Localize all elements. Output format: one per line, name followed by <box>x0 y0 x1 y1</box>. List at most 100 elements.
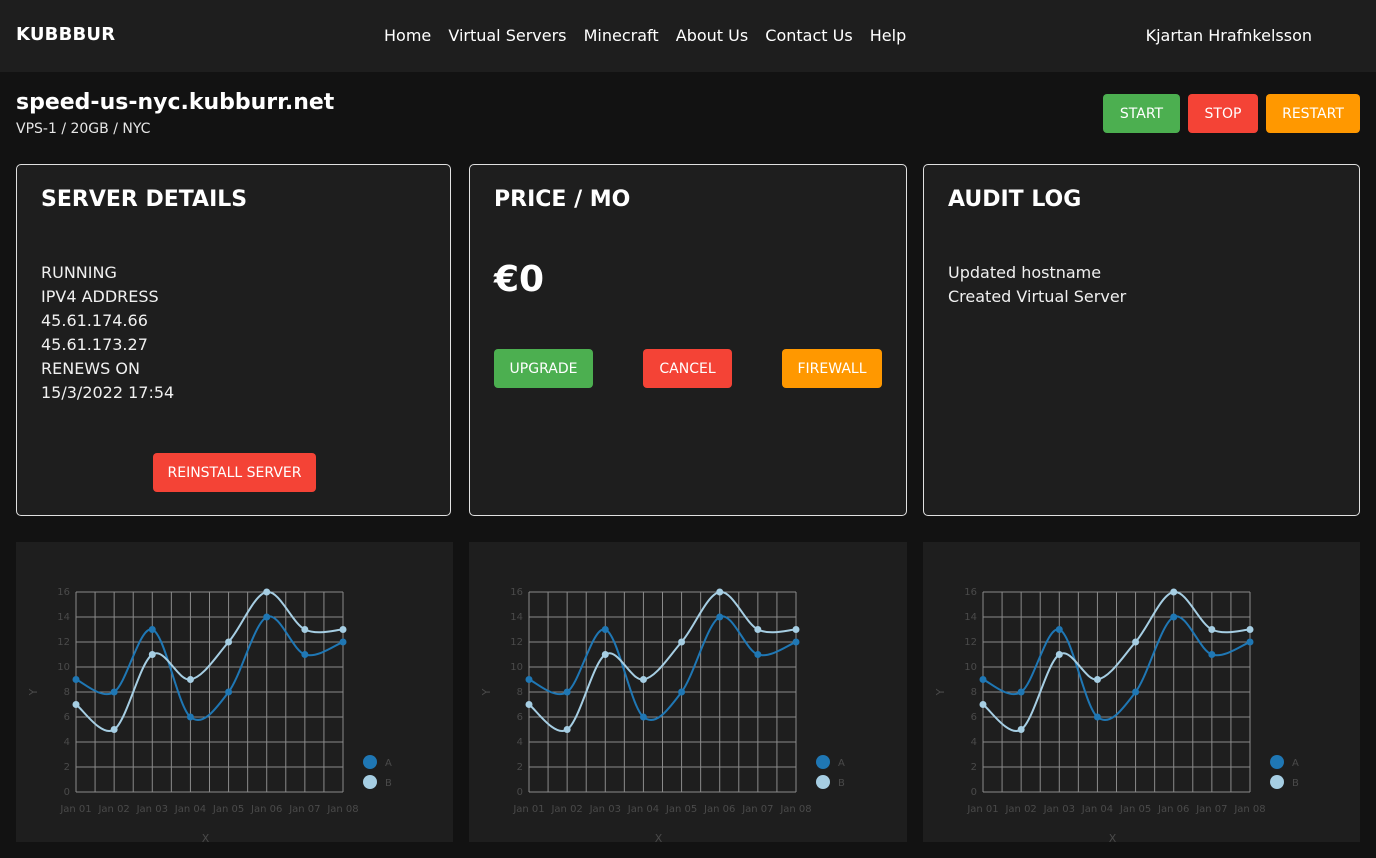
x-tick-label: Jan 04 <box>627 804 659 815</box>
data-point <box>601 626 609 633</box>
y-tick-label: 14 <box>964 612 977 623</box>
data-point <box>186 676 194 683</box>
data-point <box>525 676 533 683</box>
y-tick-label: 10 <box>57 662 70 673</box>
nav-link-about-us[interactable]: About Us <box>676 26 748 45</box>
price-value: €0 <box>494 259 545 300</box>
legend-label: B <box>838 778 845 789</box>
y-tick-label: 8 <box>517 687 523 698</box>
x-tick-label: Jan 02 <box>550 804 582 815</box>
y-tick-label: 14 <box>57 612 70 623</box>
y-tick-label: 0 <box>64 787 70 798</box>
x-tick-label: Jan 07 <box>741 804 773 815</box>
data-point <box>678 638 686 646</box>
data-point <box>1132 688 1140 696</box>
renews-label: RENEWS ON <box>41 359 140 378</box>
x-tick-label: Jan 08 <box>1233 804 1265 815</box>
y-tick-label: 12 <box>510 637 523 648</box>
data-point <box>186 713 194 721</box>
data-point <box>1208 651 1216 658</box>
audit-log-card: AUDIT LOG Updated hostname Created Virtu… <box>923 164 1360 516</box>
x-tick-label: Jan 08 <box>779 804 811 815</box>
line-chart: 0 2 4 6 8 10 12 14 16 Jan 01 Jan 02 Jan 03 Jan 04 Jan… <box>934 587 1299 842</box>
data-point <box>148 626 156 633</box>
top-navbar: KUBBBUR Home Virtual Servers Minecraft A… <box>0 0 1376 72</box>
x-tick-label: Jan 05 <box>1119 804 1151 815</box>
data-point <box>1132 638 1140 646</box>
data-point <box>339 638 347 646</box>
firewall-button[interactable]: FIREWALL <box>782 349 882 388</box>
x-tick-label: Jan 06 <box>703 804 735 815</box>
data-point <box>563 688 571 696</box>
data-point <box>1093 713 1101 721</box>
nav-link-contact-us[interactable]: Contact Us <box>765 26 852 45</box>
restart-button[interactable]: RESTART <box>1266 94 1360 133</box>
start-button[interactable]: START <box>1103 94 1180 133</box>
y-tick-label: 0 <box>517 787 523 798</box>
x-tick-label: Jan 05 <box>212 804 244 815</box>
y-tick-label: 2 <box>971 762 977 773</box>
x-tick-label: Jan 03 <box>1043 804 1075 815</box>
card-title: PRICE / MO <box>494 187 631 212</box>
brand-logo[interactable]: KUBBBUR <box>16 24 115 45</box>
x-tick-label: Jan 03 <box>589 804 621 815</box>
x-axis-label: X <box>202 832 210 842</box>
x-tick-label: Jan 07 <box>1195 804 1227 815</box>
data-point <box>979 676 987 683</box>
y-tick-label: 12 <box>57 637 70 648</box>
data-point <box>1055 651 1063 658</box>
nav-link-minecraft[interactable]: Minecraft <box>584 26 659 45</box>
line-chart: 0 2 4 6 8 10 12 14 16 Jan 01 Jan 02 Jan 03 Jan 04 Jan… <box>480 587 845 842</box>
y-tick-label: 2 <box>517 762 523 773</box>
data-point <box>979 701 987 708</box>
x-tick-label: Jan 02 <box>97 804 129 815</box>
server-hostname: speed-us-nyc.kubburr.net <box>16 90 335 115</box>
nav-links: Home Virtual Servers Minecraft About Us … <box>384 26 918 45</box>
y-axis-label: Y <box>934 688 947 696</box>
y-tick-label: 10 <box>964 662 977 673</box>
chart-panel: 0 2 4 6 8 10 12 14 16 Jan 01 Jan 02 Jan 03 Jan 04 Jan… <box>469 542 907 842</box>
nav-link-home[interactable]: Home <box>384 26 431 45</box>
chart-panel: 0 2 4 6 8 10 12 14 16 Jan 01 Jan 02 Jan 03 Jan 04 Jan… <box>16 542 453 842</box>
server-details-card: SERVER DETAILS RUNNING IPV4 ADDRESS 45.6… <box>16 164 451 516</box>
y-tick-label: 6 <box>971 712 977 723</box>
y-tick-label: 14 <box>510 612 523 623</box>
x-tick-label: Jan 01 <box>512 804 544 815</box>
upgrade-button[interactable]: UPGRADE <box>494 349 593 388</box>
renews-date: 15/3/2022 17:54 <box>41 383 175 402</box>
data-point <box>754 651 762 658</box>
data-point <box>1017 726 1025 733</box>
x-axis-label: X <box>1109 832 1117 842</box>
reinstall-server-button[interactable]: REINSTALL SERVER <box>153 453 316 492</box>
stop-button[interactable]: STOP <box>1188 94 1258 133</box>
x-tick-label: Jan 06 <box>1157 804 1189 815</box>
data-point <box>72 701 80 708</box>
legend-label: B <box>1292 778 1299 789</box>
x-tick-label: Jan 03 <box>136 804 168 815</box>
nav-link-help[interactable]: Help <box>870 26 906 45</box>
data-point <box>716 613 724 621</box>
data-point <box>1246 638 1254 646</box>
x-tick-label: Jan 01 <box>59 804 91 815</box>
data-point <box>110 688 118 696</box>
data-point <box>1093 676 1101 683</box>
data-point <box>601 651 609 658</box>
user-menu[interactable]: Kjartan Hrafnkelsson <box>1146 26 1312 45</box>
y-tick-label: 6 <box>517 712 523 723</box>
data-point <box>1055 626 1063 633</box>
cancel-button[interactable]: CANCEL <box>643 349 732 388</box>
data-point <box>263 613 271 621</box>
x-tick-label: Jan 01 <box>966 804 998 815</box>
legend-swatch <box>816 755 830 769</box>
x-tick-label: Jan 08 <box>326 804 358 815</box>
data-point <box>225 688 233 696</box>
y-tick-label: 12 <box>964 637 977 648</box>
legend-swatch <box>816 775 830 789</box>
y-tick-label: 0 <box>971 787 977 798</box>
y-tick-label: 10 <box>510 662 523 673</box>
nav-link-virtual-servers[interactable]: Virtual Servers <box>448 26 566 45</box>
legend-swatch <box>1270 775 1284 789</box>
data-point <box>754 626 762 633</box>
y-tick-label: 4 <box>64 737 70 748</box>
server-plan: VPS-1 / 20GB / NYC <box>16 121 151 137</box>
